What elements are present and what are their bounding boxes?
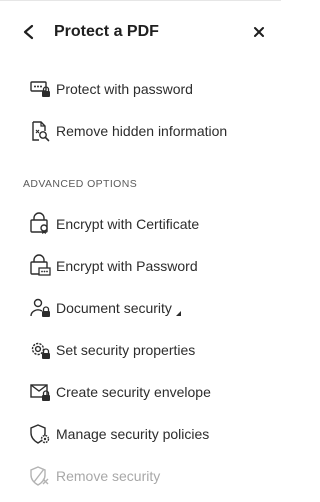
encrypt-with-certificate-item[interactable]: Encrypt with Certificate	[22, 210, 262, 238]
encrypt-with-certificate-label: Encrypt with Certificate	[56, 216, 200, 232]
password-field-lock-icon	[30, 81, 50, 97]
encrypt-with-password-label: Encrypt with Password	[56, 258, 198, 274]
document-security-label: Document security	[56, 300, 172, 316]
envelope-lock-icon	[30, 384, 50, 401]
remove-security-item[interactable]: Remove security	[22, 462, 262, 490]
set-security-properties-label: Set security properties	[56, 342, 196, 358]
remove-security-label: Remove security	[56, 468, 161, 484]
remove-hidden-information-item[interactable]: Remove hidden information	[22, 117, 262, 145]
user-lock-icon	[30, 298, 50, 317]
manage-security-policies-item[interactable]: Manage security policies	[22, 420, 262, 448]
protect-with-password-item[interactable]: Protect with password	[22, 75, 262, 103]
panel-title: Protect a PDF	[54, 23, 159, 40]
close-button[interactable]	[248, 21, 270, 43]
create-security-envelope-item[interactable]: Create security envelope	[22, 378, 262, 406]
document-security-item[interactable]: Document security	[22, 294, 262, 322]
certificate-lock-icon	[30, 212, 48, 234]
protect-with-password-label: Protect with password	[56, 81, 193, 97]
close-icon	[254, 27, 264, 37]
manage-security-policies-label: Manage security policies	[56, 426, 210, 442]
shield-remove-icon	[30, 466, 49, 486]
shield-gear-icon	[30, 424, 50, 444]
encrypt-with-password-item[interactable]: Encrypt with Password	[22, 252, 262, 280]
remove-hidden-information-label: Remove hidden information	[56, 123, 228, 139]
create-security-envelope-label: Create security envelope	[56, 384, 211, 400]
advanced-options-heading: ADVANCED OPTIONS	[23, 178, 138, 190]
document-search-icon	[32, 121, 50, 142]
password-lock-icon	[30, 254, 51, 276]
panel-header: Protect a PDF	[0, 1, 281, 61]
gear-lock-icon	[31, 342, 50, 359]
submenu-indicator-icon	[175, 310, 181, 316]
set-security-properties-item[interactable]: Set security properties	[22, 336, 262, 364]
chevron-left-icon	[23, 24, 34, 40]
back-button[interactable]	[18, 21, 40, 43]
